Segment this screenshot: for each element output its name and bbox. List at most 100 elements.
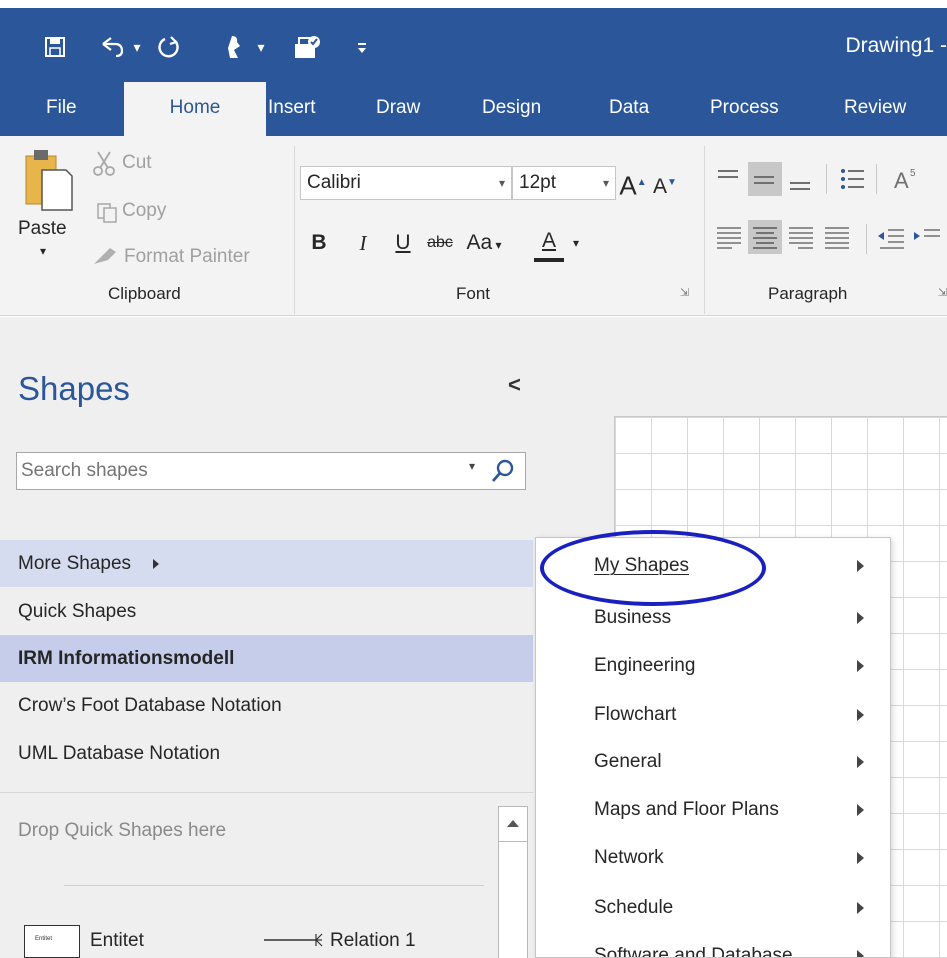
ribbon: Paste ▾ Cut Copy Format Painter Clipboar…: [0, 136, 947, 316]
tab-insert[interactable]: Insert: [250, 82, 334, 136]
svg-text:5: 5: [910, 168, 916, 179]
pointer-dropdown-icon[interactable]: ▾: [252, 32, 270, 62]
bold-button[interactable]: B: [306, 226, 332, 260]
tab-design[interactable]: Design: [464, 82, 559, 136]
menu-item-software-database[interactable]: Software and Database: [536, 932, 890, 957]
pointer-tool-icon[interactable]: [222, 32, 248, 62]
copy-icon[interactable]: [96, 202, 118, 224]
submenu-arrow-icon: [857, 660, 864, 672]
font-name-value: Calibri: [307, 172, 361, 193]
stencil-more-shapes[interactable]: More Shapes: [0, 540, 533, 587]
font-name-dropdown-icon[interactable]: ▾: [499, 167, 505, 199]
group-separator: [704, 146, 705, 314]
tab-review[interactable]: Review: [826, 82, 924, 136]
stencil-irm-informationsmodell[interactable]: IRM Informationsmodell: [0, 635, 533, 682]
align-bottom-icon[interactable]: [784, 162, 818, 196]
submenu-arrow-icon: [857, 709, 864, 721]
shapes-pane-title: Shapes: [18, 370, 130, 407]
submenu-arrow-icon: [153, 558, 160, 569]
relation-shape-label[interactable]: Relation 1: [330, 930, 416, 952]
strikethrough-button[interactable]: abc: [420, 226, 460, 260]
format-painter-label[interactable]: Format Painter: [124, 246, 250, 268]
submenu-arrow-icon: [857, 902, 864, 914]
save-icon[interactable]: [40, 32, 70, 62]
justify-icon[interactable]: [820, 220, 854, 254]
paste-label[interactable]: Paste: [18, 218, 67, 240]
stencil-quick-shapes[interactable]: Quick Shapes: [0, 588, 533, 635]
align-top-icon[interactable]: [712, 162, 746, 196]
entitet-thumb-label: Entitet: [35, 936, 53, 942]
font-size-combo[interactable]: 12pt ▾: [512, 166, 616, 200]
divider: [64, 885, 484, 886]
font-name-combo[interactable]: Calibri ▾: [300, 166, 512, 200]
change-case-button[interactable]: Aa ▾: [462, 226, 506, 260]
relation-shape-icon[interactable]: [262, 930, 324, 955]
svg-text:A: A: [894, 168, 909, 193]
align-middle-icon[interactable]: [748, 162, 782, 196]
paragraph-dialog-launcher-icon[interactable]: ⇲: [938, 286, 947, 299]
clipboard-group-label: Clipboard: [108, 284, 181, 303]
shrink-font-button[interactable]: A▼: [650, 166, 680, 200]
customize-qat-icon[interactable]: [352, 32, 372, 62]
font-size-dropdown-icon[interactable]: ▾: [603, 167, 609, 199]
redo-icon[interactable]: [154, 32, 184, 62]
font-color-button[interactable]: A: [534, 224, 564, 258]
search-input[interactable]: [21, 453, 441, 489]
align-center-icon[interactable]: [748, 220, 782, 254]
collapse-pane-button[interactable]: <: [508, 372, 521, 398]
menu-item-flowchart[interactable]: Flowchart: [536, 691, 890, 739]
menu-item-business[interactable]: Business: [536, 594, 890, 642]
decrease-indent-icon[interactable]: [874, 220, 908, 254]
font-size-value: 12pt: [519, 172, 556, 193]
tab-process[interactable]: Process: [692, 82, 797, 136]
search-dropdown-icon[interactable]: ▾: [469, 459, 475, 473]
stencil-crows-foot[interactable]: Crow’s Foot Database Notation: [0, 682, 533, 729]
font-color-swatch: [534, 258, 564, 262]
bullets-icon[interactable]: [836, 162, 870, 196]
align-right-icon[interactable]: [784, 220, 818, 254]
submenu-arrow-icon: [857, 560, 864, 572]
menu-item-general[interactable]: General: [536, 738, 890, 786]
format-painter-icon[interactable]: [90, 244, 120, 266]
copy-label[interactable]: Copy: [122, 200, 166, 222]
menu-item-schedule[interactable]: Schedule: [536, 884, 890, 932]
menu-item-my-shapes[interactable]: My Shapes: [536, 542, 890, 590]
connector-icon[interactable]: [290, 32, 324, 62]
font-color-dropdown-icon[interactable]: ▾: [568, 226, 584, 260]
paste-dropdown-icon[interactable]: ▾: [40, 244, 46, 258]
search-icon[interactable]: [489, 457, 517, 490]
more-shapes-flyout: My Shapes Business Engineering Flowchart…: [535, 537, 891, 958]
undo-icon[interactable]: [96, 32, 128, 62]
scroll-up-button[interactable]: [498, 806, 528, 842]
submenu-arrow-icon: [857, 852, 864, 864]
entitet-shape-icon[interactable]: Entitet: [24, 925, 80, 958]
undo-dropdown-icon[interactable]: ▾: [128, 32, 146, 62]
italic-button[interactable]: I: [350, 226, 376, 260]
submenu-arrow-icon: [857, 612, 864, 624]
paragraph-group-label: Paragraph: [768, 284, 848, 303]
drop-hint: Drop Quick Shapes here: [18, 820, 227, 841]
entitet-shape-label[interactable]: Entitet: [90, 930, 144, 952]
align-left-icon[interactable]: [712, 220, 746, 254]
increase-indent-icon[interactable]: [910, 220, 944, 254]
tab-home[interactable]: Home: [124, 82, 266, 136]
scrollbar-track[interactable]: [498, 842, 528, 958]
paste-icon[interactable]: [22, 148, 74, 214]
menu-item-network[interactable]: Network: [536, 834, 890, 882]
text-direction-icon[interactable]: A5: [888, 162, 922, 196]
font-dialog-launcher-icon[interactable]: ⇲: [680, 286, 689, 299]
underline-button[interactable]: U: [390, 226, 416, 260]
tab-draw[interactable]: Draw: [358, 82, 438, 136]
menu-item-engineering[interactable]: Engineering: [536, 642, 890, 690]
tab-data[interactable]: Data: [591, 82, 667, 136]
stencil-uml-database[interactable]: UML Database Notation: [0, 730, 533, 777]
search-box[interactable]: ▾: [16, 452, 526, 490]
grow-font-button[interactable]: A▲: [618, 166, 648, 201]
document-title: Drawing1 -: [845, 34, 947, 57]
tab-file[interactable]: File: [28, 82, 95, 136]
cut-label[interactable]: Cut: [122, 152, 152, 174]
menu-item-maps-floor-plans[interactable]: Maps and Floor Plans: [536, 786, 890, 834]
cut-icon[interactable]: [92, 150, 116, 176]
ribbon-tabs: File Home Insert Draw Design Data Proces…: [0, 82, 947, 136]
submenu-arrow-icon: [857, 756, 864, 768]
